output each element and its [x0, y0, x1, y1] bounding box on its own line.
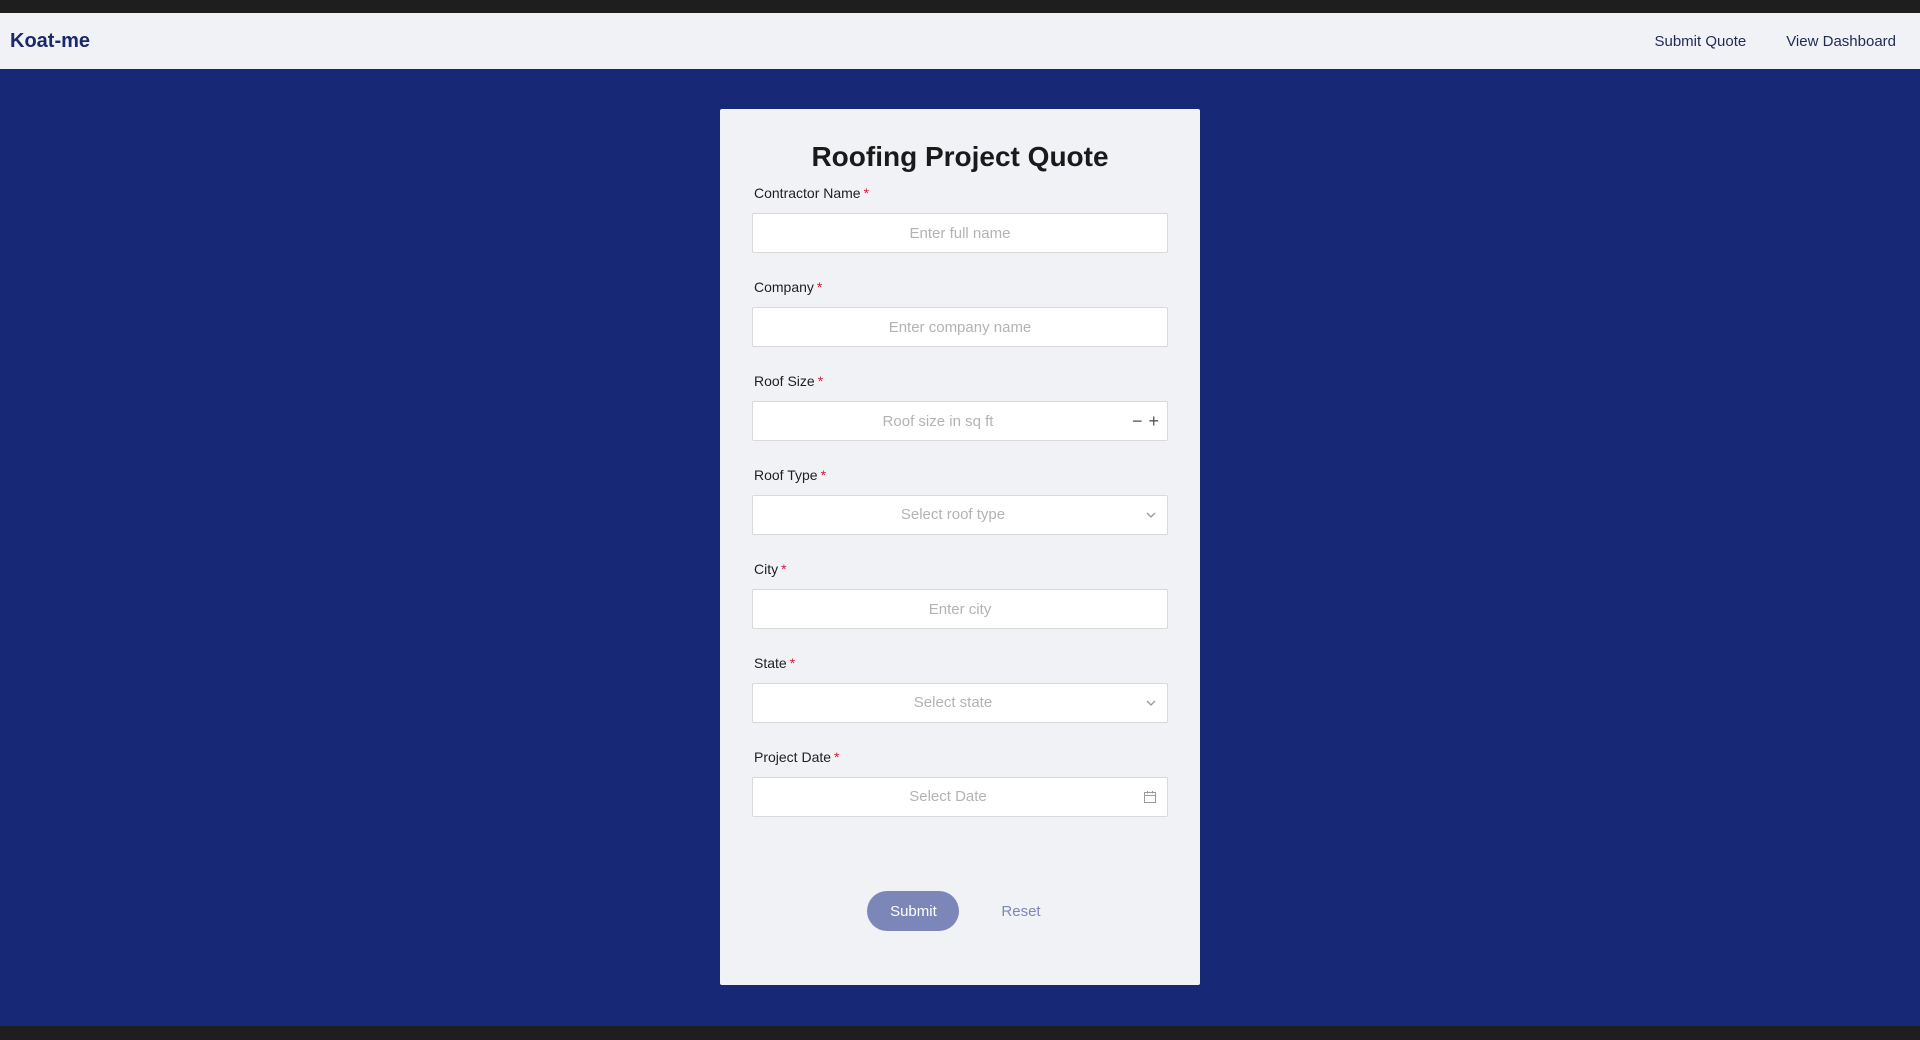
- quote-form-card: Roofing Project Quote Contractor Name* C…: [720, 109, 1200, 985]
- roof-type-field: Roof Type * Select roof type: [752, 465, 1168, 535]
- contractor-name-field: Contractor Name *: [752, 183, 1168, 253]
- reset-button[interactable]: Reset: [989, 903, 1052, 920]
- company-input[interactable]: [753, 308, 1167, 346]
- roof-size-input[interactable]: [753, 402, 1167, 440]
- required-mark: *: [834, 749, 840, 765]
- chevron-down-icon: [1146, 512, 1156, 518]
- state-placeholder: Select state: [913, 694, 993, 711]
- roof-size-input-box: − +: [752, 401, 1168, 441]
- nav-links: Submit Quote View Dashboard: [1654, 33, 1896, 50]
- state-label: State: [754, 655, 787, 671]
- project-date-placeholder: Select Date: [909, 788, 987, 805]
- required-mark: *: [781, 561, 787, 577]
- required-mark: *: [816, 279, 823, 295]
- nav-link-submit-quote[interactable]: Submit Quote: [1654, 33, 1746, 50]
- roof-size-stepper: − +: [1132, 402, 1159, 440]
- project-date-label: Project Date: [754, 749, 832, 765]
- required-mark: *: [789, 655, 796, 671]
- company-field: Company *: [752, 277, 1168, 347]
- plus-icon[interactable]: +: [1148, 412, 1159, 430]
- brand-logo[interactable]: Koat-me: [10, 30, 90, 53]
- form-actions: Submit Reset: [720, 891, 1200, 931]
- form-title: Roofing Project Quote: [811, 141, 1109, 172]
- city-label: City: [754, 561, 779, 577]
- state-field: State * Select state: [752, 653, 1168, 723]
- city-input[interactable]: [753, 590, 1167, 628]
- nav-link-view-dashboard[interactable]: View Dashboard: [1786, 33, 1896, 50]
- roof-size-field: Roof Size* − +: [752, 371, 1168, 441]
- minus-icon[interactable]: −: [1132, 412, 1143, 430]
- roof-type-label: Roof Type: [754, 467, 818, 483]
- required-mark: *: [863, 185, 870, 201]
- project-date-field: Project Date * Select Date: [752, 747, 1168, 817]
- navbar: Koat-me Submit Quote View Dashboard: [0, 13, 1920, 69]
- city-field: City *: [752, 559, 1168, 629]
- roof-type-select[interactable]: Select roof type: [752, 495, 1168, 535]
- required-mark: *: [820, 467, 827, 483]
- roof-type-placeholder: Select roof type: [900, 506, 1006, 523]
- company-input-box: [752, 307, 1168, 347]
- contractor-name-input[interactable]: [753, 214, 1167, 252]
- roof-size-label: Roof Size: [754, 373, 815, 389]
- project-date-picker[interactable]: Select Date: [752, 777, 1168, 817]
- submit-button[interactable]: Submit: [867, 891, 960, 931]
- contractor-name-label: Contractor Name: [754, 185, 861, 201]
- window-bottom-bar: [0, 1026, 1920, 1040]
- company-label: Company: [754, 279, 814, 295]
- chevron-down-icon: [1146, 700, 1156, 706]
- contractor-name-input-box: [752, 213, 1168, 253]
- window-top-bar: [0, 0, 1920, 13]
- state-select[interactable]: Select state: [752, 683, 1168, 723]
- required-mark: *: [817, 373, 824, 389]
- calendar-icon: [1144, 791, 1156, 803]
- city-input-box: [752, 589, 1168, 629]
